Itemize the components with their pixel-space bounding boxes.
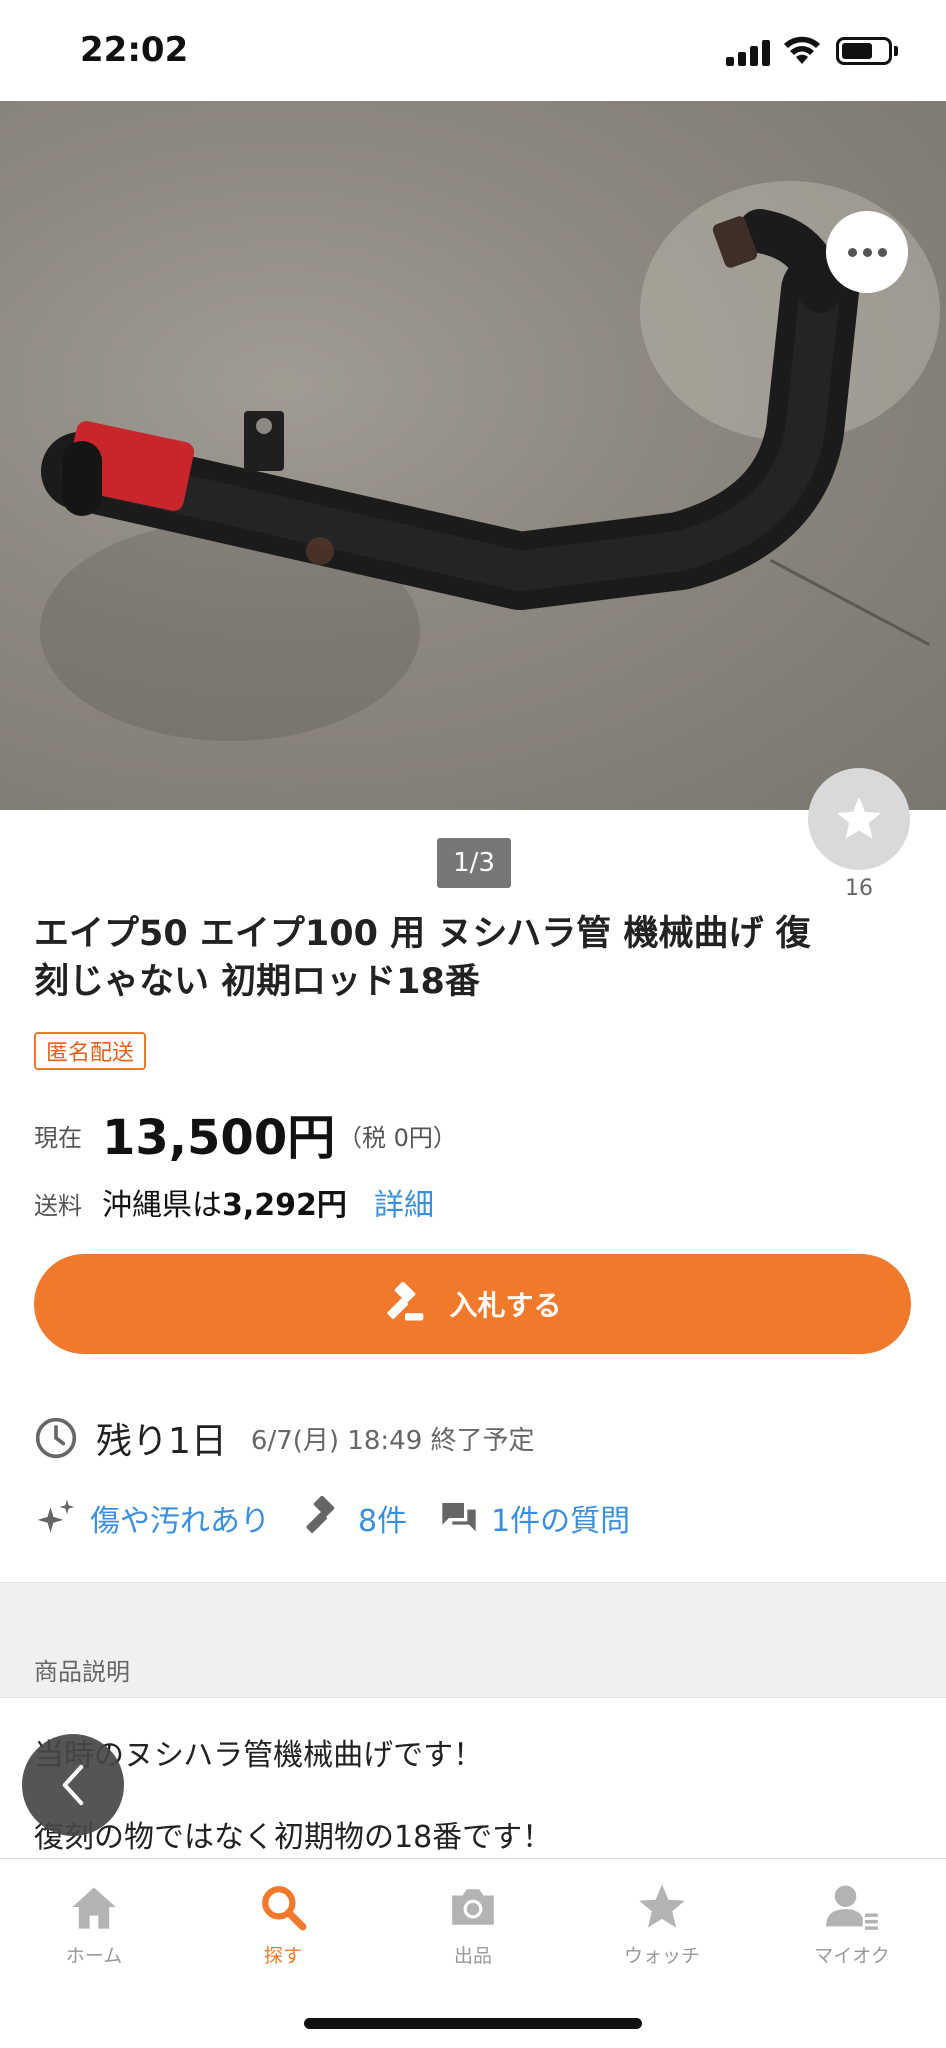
star-icon (639, 1884, 685, 1928)
gavel-icon (387, 1282, 424, 1321)
tab-home[interactable]: ホーム (14, 1877, 174, 1968)
remaining-time: 残り1日 (96, 1421, 227, 1462)
photo-page-counter: 1/3 (437, 838, 511, 888)
shipping-price: 3,292円 (222, 1188, 347, 1223)
item-title: エイプ50 エイプ100 用 ヌシハラ管 機械曲げ 復刻じゃない 初期ロッド18… (34, 914, 811, 1002)
tax-amount: （税 0円） (338, 1124, 457, 1152)
clock-icon (35, 1417, 77, 1459)
tab-watch[interactable]: ウォッチ (582, 1877, 742, 1968)
shipping-label: 送料 (34, 1192, 82, 1220)
description-line: 復刻の物ではなく初期物の18番です！ (34, 1820, 553, 1855)
more-options-button[interactable] (826, 211, 908, 293)
dot (847, 247, 857, 257)
current-price: 13,500円 (102, 1110, 336, 1166)
back-button[interactable] (22, 1734, 124, 1836)
condition-link[interactable]: 傷や汚れあり (90, 1496, 270, 1540)
user-icon (826, 1885, 878, 1930)
star-icon (837, 797, 881, 839)
wifi-icon (784, 36, 820, 64)
anonymous-shipping-badge: 匿名配送 (34, 1032, 147, 1070)
shipping-prefix: 沖縄県は (102, 1188, 222, 1223)
tab-sell[interactable]: 出品 (393, 1877, 553, 1968)
chevron-left-icon (62, 1764, 84, 1806)
tab-label: 探す (263, 1945, 302, 1967)
end-date: 6/7(月) 18:49 終了予定 (250, 1425, 535, 1456)
shipping-value: 沖縄県は3,292円 (102, 1180, 347, 1224)
tab-myauction[interactable]: マイオク (772, 1877, 932, 1968)
chat-icon (439, 1498, 479, 1538)
tab-label: 出品 (453, 1945, 492, 1967)
info-links-row: 傷や汚れあり 8件 1件の質問 (34, 1490, 630, 1546)
exhaust-pipe-image (41, 209, 859, 610)
status-time: 22:02 (80, 30, 189, 70)
signal-icon (726, 40, 770, 66)
tab-label: ウォッチ (623, 1945, 700, 1967)
home-indicator (304, 2018, 642, 2029)
tab-search[interactable]: 探す (203, 1877, 363, 1968)
bid-button-label: 入札する (449, 1289, 562, 1322)
questions-link[interactable]: 1件の質問 (491, 1496, 630, 1540)
tab-label: ホーム (65, 1945, 123, 1967)
battery-icon (836, 37, 892, 65)
home-icon (72, 1887, 116, 1929)
bid-count-link[interactable]: 8件 (358, 1496, 407, 1540)
watch-count: 16 (845, 876, 873, 901)
tab-label: マイオク (814, 1945, 890, 1967)
camera-icon (452, 1889, 494, 1925)
search-icon (262, 1886, 307, 1931)
watch-button[interactable] (808, 768, 910, 870)
battery-nub (894, 46, 898, 56)
dot (877, 247, 887, 257)
price-label: 現在 (34, 1124, 82, 1152)
sparkle-icon (34, 1496, 78, 1540)
bid-button[interactable]: 入札する (34, 1254, 911, 1354)
status-bar: 22:02 (0, 0, 946, 101)
description-section-title: 商品説明 (34, 1658, 130, 1686)
remaining-time-row: 残り1日 6/7(月) 18:49 終了予定 (34, 1410, 535, 1466)
section-separator (0, 1582, 946, 1698)
product-photo[interactable] (0, 101, 946, 810)
dot (862, 247, 872, 257)
gavel-icon (302, 1496, 346, 1540)
shipping-detail-link[interactable]: 詳細 (374, 1180, 434, 1224)
